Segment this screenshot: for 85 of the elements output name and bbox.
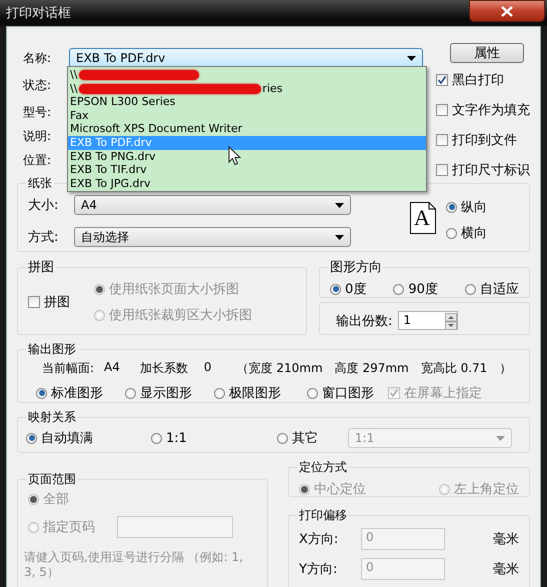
radio-circle-icon[interactable] [151, 432, 162, 444]
cursor-icon [228, 146, 241, 166]
group-title: 纸张 [27, 175, 53, 192]
group-title: 打印偏移 [298, 507, 348, 524]
radio-circle-icon[interactable] [330, 284, 341, 294]
unit-label: 毫米 [493, 561, 519, 578]
info-text: 0 [204, 360, 212, 376]
radio-button[interactable]: 自动填满 [26, 429, 93, 447]
info-text: 加长系数 [140, 360, 188, 377]
radio-button[interactable]: 横向 [446, 224, 487, 242]
info-text: （宽度 210mm [236, 360, 323, 377]
close-icon [501, 6, 513, 16]
field-label: 名称: [23, 50, 52, 66]
checkbox[interactable]: 文字作为填充 [436, 101, 530, 119]
page-icon [410, 202, 436, 234]
list-item[interactable]: Microsoft XPS Document Writer [68, 122, 426, 136]
field-label: 输出份数: [336, 312, 392, 330]
caret-icon [496, 436, 505, 440]
caret-icon [335, 202, 344, 208]
check-icon [437, 75, 447, 85]
radio-circle-icon[interactable] [26, 432, 37, 444]
radio-circle-icon[interactable] [307, 388, 318, 398]
group-title: 图形方向 [329, 259, 383, 276]
close-button[interactable] [469, 0, 545, 22]
caret-icon [335, 234, 344, 240]
list-item[interactable]: EXB To TIF.drv [68, 163, 426, 177]
radio-circle-icon[interactable] [276, 432, 288, 444]
list-item[interactable]: EXB To JPG.drv [68, 176, 426, 190]
caret-icon [407, 56, 416, 60]
info-text: ） [499, 360, 512, 377]
field-label: X方向: [299, 531, 340, 548]
dropdown[interactable]: A4 [74, 195, 351, 215]
field-label: 方式: [28, 229, 60, 246]
group-title: 定位方式 [298, 459, 348, 476]
radio-circle-icon[interactable] [464, 284, 476, 294]
radio-circle-icon[interactable] [446, 202, 457, 212]
radio-button[interactable]: 窗口图形 [307, 384, 374, 402]
copies-spinbox[interactable]: 1 [398, 311, 458, 330]
radio-circle-icon[interactable] [214, 388, 225, 398]
list-item[interactable]: \\ ries [68, 82, 426, 96]
radio-button[interactable]: 极限图形 [214, 384, 281, 402]
properties-button[interactable]: 属性 [450, 43, 524, 63]
checkbox[interactable]: 打印到文件 [436, 131, 517, 149]
page-glyph: A [414, 206, 430, 230]
field-label: 说明: [23, 128, 52, 145]
checkbox[interactable]: 拼图 [28, 280, 70, 324]
radio-circle-icon[interactable] [393, 284, 404, 294]
group-title: 页面范围 [27, 471, 77, 488]
checkbox[interactable]: 打印尺寸标识 [436, 161, 530, 179]
list-item[interactable]: EXB To PNG.drv [68, 150, 426, 164]
radio-button[interactable]: 显示图形 [125, 384, 192, 402]
group-title: 拼图 [27, 259, 55, 276]
list-item[interactable]: \\ [68, 68, 426, 82]
field-label: 型号: [23, 104, 52, 121]
info-text: 当前幅面: [42, 360, 94, 377]
unit-label: 毫米 [493, 531, 519, 548]
info-text: A4 [104, 360, 120, 376]
page-number-field[interactable] [117, 516, 233, 538]
radio-button[interactable]: 纵向 [446, 198, 487, 216]
group-title: 输出图形 [27, 341, 77, 358]
field-label: 位置: [23, 152, 52, 169]
group-title: 映射关系 [27, 409, 77, 426]
list-item[interactable]: EPSON L300 Series [68, 95, 426, 109]
field-label: Y方向: [299, 561, 338, 578]
radio-circle-icon[interactable] [125, 388, 136, 398]
radio-button[interactable]: 1:1 [151, 430, 187, 446]
field-label: 大小: [28, 197, 60, 214]
radio-button[interactable]: 90度 [393, 280, 438, 298]
radio-circle-icon[interactable] [446, 228, 457, 238]
hint-text: 请健入页码,使用逗号进行分隔 （例如: 1, 3, 5） [24, 550, 244, 580]
check-icon [389, 388, 399, 398]
radio-button[interactable]: 自适应 [464, 280, 519, 298]
radio-button[interactable]: 0度 [330, 280, 366, 298]
radio-circle-icon[interactable] [36, 388, 47, 398]
info-text: 宽高比 0.71 [420, 360, 488, 377]
radio-button[interactable]: 其它 [276, 429, 318, 447]
printer-dropdown[interactable]: EXB To PDF.drv [69, 48, 423, 68]
spin-arrows-icon[interactable] [445, 313, 458, 330]
window-title: 打印对话框 [6, 5, 71, 22]
checkbox[interactable]: 黑白打印 [436, 71, 504, 89]
field-label: 状态: [23, 77, 52, 94]
dropdown[interactable]: 自动选择 [74, 227, 351, 247]
list-item[interactable]: Fax [68, 108, 426, 122]
radio-button[interactable]: 标准图形 [36, 384, 103, 402]
info-text: 高度 297mm [334, 360, 409, 377]
